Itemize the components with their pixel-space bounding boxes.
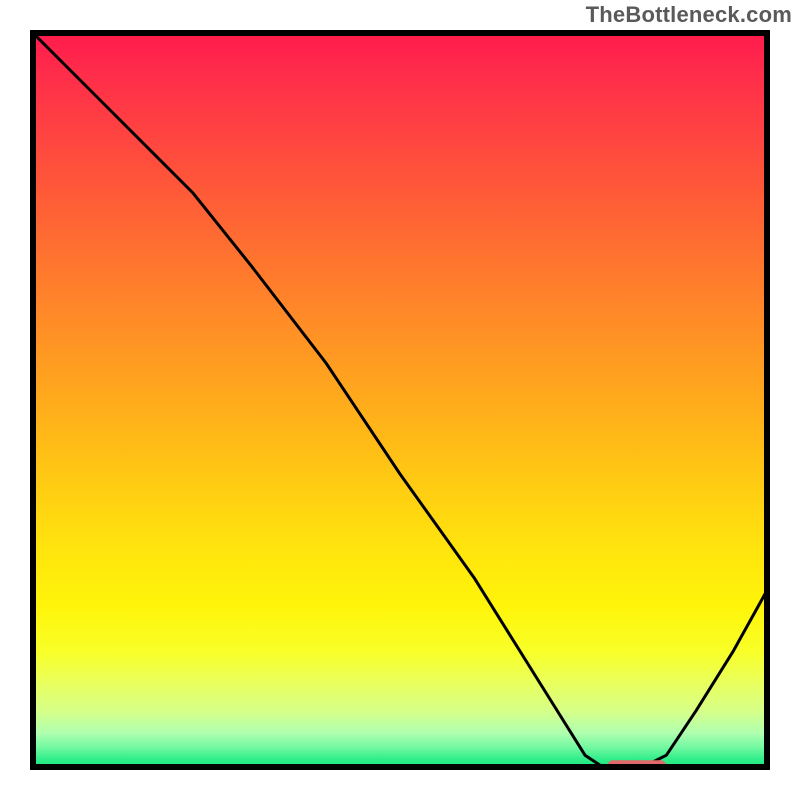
chart-overlay xyxy=(30,30,770,770)
watermark-text: TheBottleneck.com xyxy=(586,2,792,28)
plot-area xyxy=(30,30,770,770)
bottleneck-curve-path xyxy=(30,30,770,770)
optimal-range-marker xyxy=(607,760,666,770)
chart-canvas: TheBottleneck.com xyxy=(0,0,800,800)
